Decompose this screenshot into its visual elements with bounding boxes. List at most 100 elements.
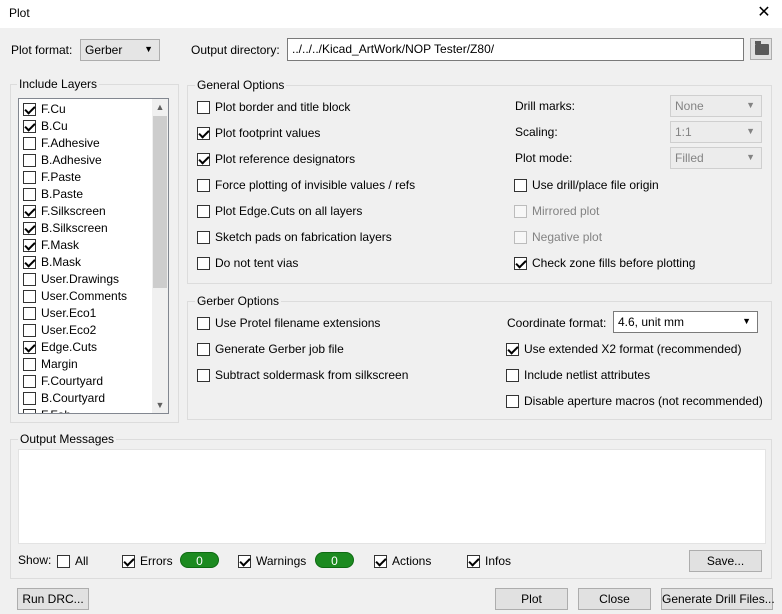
generate-drill-files-button[interactable]: Generate Drill Files... xyxy=(661,588,775,610)
coordinate-format-select[interactable]: 4.6, unit mm ▼ xyxy=(613,311,758,333)
general-option-use-drill-place-file-origin[interactable]: Use drill/place file origin xyxy=(514,177,659,193)
layer-item-f-adhesive[interactable]: F.Adhesive xyxy=(23,135,100,151)
layers-listbox[interactable]: F.Cu B.Cu F.Adhesive B.Adhesive F.Paste B.Pas… xyxy=(18,98,169,414)
checkbox-box[interactable] xyxy=(23,238,36,252)
checkbox-box[interactable] xyxy=(23,204,36,218)
checkbox-box[interactable] xyxy=(197,230,210,244)
run-drc-button[interactable]: Run DRC... xyxy=(17,588,89,610)
general-option-plot-reference-designators[interactable]: Plot reference designators xyxy=(197,151,355,167)
layer-item-f-courtyard[interactable]: F.Courtyard xyxy=(23,373,103,389)
plot-button[interactable]: Plot xyxy=(495,588,568,610)
scroll-down-icon[interactable]: ▼ xyxy=(152,397,168,413)
layer-item-b-silkscreen[interactable]: B.Silkscreen xyxy=(23,220,108,236)
layer-item-user-comments[interactable]: User.Comments xyxy=(23,288,127,304)
gerber-option-include-netlist-attributes[interactable]: Include netlist attributes xyxy=(506,367,650,383)
layer-item-user-eco1[interactable]: User.Eco1 xyxy=(23,305,96,321)
general-option-force-plotting-of-invisible-values-refs[interactable]: Force plotting of invisible values / ref… xyxy=(197,177,415,193)
checkbox-box[interactable] xyxy=(197,204,210,218)
checkbox-box[interactable] xyxy=(23,289,36,303)
checkbox-box[interactable] xyxy=(197,178,210,192)
plot-format-select[interactable]: Gerber ▼ xyxy=(80,39,160,61)
layer-item-margin[interactable]: Margin xyxy=(23,356,78,372)
filter-errors-checkbox[interactable]: Errors xyxy=(122,553,173,569)
layer-item-b-courtyard[interactable]: B.Courtyard xyxy=(23,390,105,406)
layer-item-b-paste[interactable]: B.Paste xyxy=(23,186,83,202)
layer-item-f-fab[interactable]: F.Fab xyxy=(23,407,71,413)
layer-item-b-adhesive[interactable]: B.Adhesive xyxy=(23,152,102,168)
checkbox-box[interactable] xyxy=(23,272,36,286)
general-option-plot-edge-cuts-on-all-layers[interactable]: Plot Edge.Cuts on all layers xyxy=(197,203,362,219)
checkbox-box[interactable] xyxy=(23,340,36,354)
layer-item-f-mask[interactable]: F.Mask xyxy=(23,237,79,253)
layer-item-b-cu[interactable]: B.Cu xyxy=(23,118,68,134)
drill-marks-select[interactable]: None ▼ xyxy=(670,95,762,117)
checkbox-box[interactable] xyxy=(23,255,36,269)
general-option-plot-footprint-values[interactable]: Plot footprint values xyxy=(197,125,320,141)
checkbox-box[interactable] xyxy=(197,152,210,166)
general-option-check-zone-fills-before-plotting[interactable]: Check zone fills before plotting xyxy=(514,255,695,271)
scroll-up-icon[interactable]: ▲ xyxy=(152,99,168,115)
layer-item-b-mask[interactable]: B.Mask xyxy=(23,254,81,270)
checkbox-box[interactable] xyxy=(238,554,251,568)
general-option-sketch-pads-on-fabrication-layers[interactable]: Sketch pads on fabrication layers xyxy=(197,229,392,245)
checkbox-box[interactable] xyxy=(122,554,135,568)
checkbox-box[interactable] xyxy=(23,408,36,413)
checkbox-box[interactable] xyxy=(514,178,527,192)
gerber-option-subtract-soldermask-from-silkscreen[interactable]: Subtract soldermask from silkscreen xyxy=(197,367,408,383)
filter-warnings-checkbox[interactable]: Warnings xyxy=(238,553,306,569)
gerber-option-generate-gerber-job-file[interactable]: Generate Gerber job file xyxy=(197,341,344,357)
close-button[interactable]: Close xyxy=(578,588,651,610)
output-messages-area[interactable] xyxy=(18,449,766,544)
checkbox-box[interactable] xyxy=(23,119,36,133)
layer-item-user-eco2[interactable]: User.Eco2 xyxy=(23,322,96,338)
layer-item-edge-cuts[interactable]: Edge.Cuts xyxy=(23,339,97,355)
checkbox-box[interactable] xyxy=(506,394,519,408)
layer-item-f-paste[interactable]: F.Paste xyxy=(23,169,81,185)
checkbox-box[interactable] xyxy=(23,170,36,184)
gerber-option-use-protel-filename-extensions[interactable]: Use Protel filename extensions xyxy=(197,315,380,331)
checkbox-box[interactable] xyxy=(197,256,210,270)
checkbox-box[interactable] xyxy=(23,102,36,116)
filter-infos-checkbox[interactable]: Infos xyxy=(467,553,511,569)
checkbox-box[interactable] xyxy=(197,316,210,330)
checkbox-box[interactable] xyxy=(23,187,36,201)
checkbox-box[interactable] xyxy=(506,368,519,382)
checkbox-box[interactable] xyxy=(23,221,36,235)
output-directory-input[interactable]: ../../../Kicad_ArtWork/NOP Tester/Z80/ xyxy=(287,38,744,61)
general-option-mirrored-plot[interactable]: Mirrored plot xyxy=(514,203,599,219)
scroll-thumb[interactable] xyxy=(153,116,167,288)
checkbox-box[interactable] xyxy=(197,126,210,140)
layer-item-f-cu[interactable]: F.Cu xyxy=(23,101,66,117)
layers-scrollbar[interactable]: ▲ ▼ xyxy=(152,99,168,413)
browse-directory-button[interactable] xyxy=(750,38,772,60)
checkbox-box[interactable] xyxy=(197,100,210,114)
checkbox-box[interactable] xyxy=(374,554,387,568)
checkbox-box[interactable] xyxy=(506,342,519,356)
scaling-select[interactable]: 1:1 ▼ xyxy=(670,121,762,143)
checkbox-box[interactable] xyxy=(57,554,70,568)
checkbox-box[interactable] xyxy=(467,554,480,568)
save-messages-button[interactable]: Save... xyxy=(689,550,762,572)
layer-item-f-silkscreen[interactable]: F.Silkscreen xyxy=(23,203,106,219)
checkbox-box[interactable] xyxy=(514,204,527,218)
checkbox-box[interactable] xyxy=(23,136,36,150)
checkbox-box[interactable] xyxy=(23,306,36,320)
gerber-option-disable-aperture-macros-not-recommended[interactable]: Disable aperture macros (not recommended… xyxy=(506,393,763,409)
checkbox-box[interactable] xyxy=(514,256,527,270)
filter-actions-checkbox[interactable]: Actions xyxy=(374,553,431,569)
filter-all-checkbox[interactable]: All xyxy=(57,553,88,569)
checkbox-box[interactable] xyxy=(514,230,527,244)
checkbox-box[interactable] xyxy=(23,391,36,405)
gerber-option-use-extended-x2-format-recommended[interactable]: Use extended X2 format (recommended) xyxy=(506,341,741,357)
checkbox-box[interactable] xyxy=(197,342,210,356)
checkbox-box[interactable] xyxy=(23,153,36,167)
checkbox-box[interactable] xyxy=(23,374,36,388)
general-option-plot-border-and-title-block[interactable]: Plot border and title block xyxy=(197,99,350,115)
checkbox-box[interactable] xyxy=(23,323,36,337)
close-icon[interactable]: ✕ xyxy=(754,3,774,23)
checkbox-box[interactable] xyxy=(197,368,210,382)
general-option-do-not-tent-vias[interactable]: Do not tent vias xyxy=(197,255,298,271)
layer-item-user-drawings[interactable]: User.Drawings xyxy=(23,271,119,287)
general-option-negative-plot[interactable]: Negative plot xyxy=(514,229,602,245)
plot-mode-select[interactable]: Filled ▼ xyxy=(670,147,762,169)
